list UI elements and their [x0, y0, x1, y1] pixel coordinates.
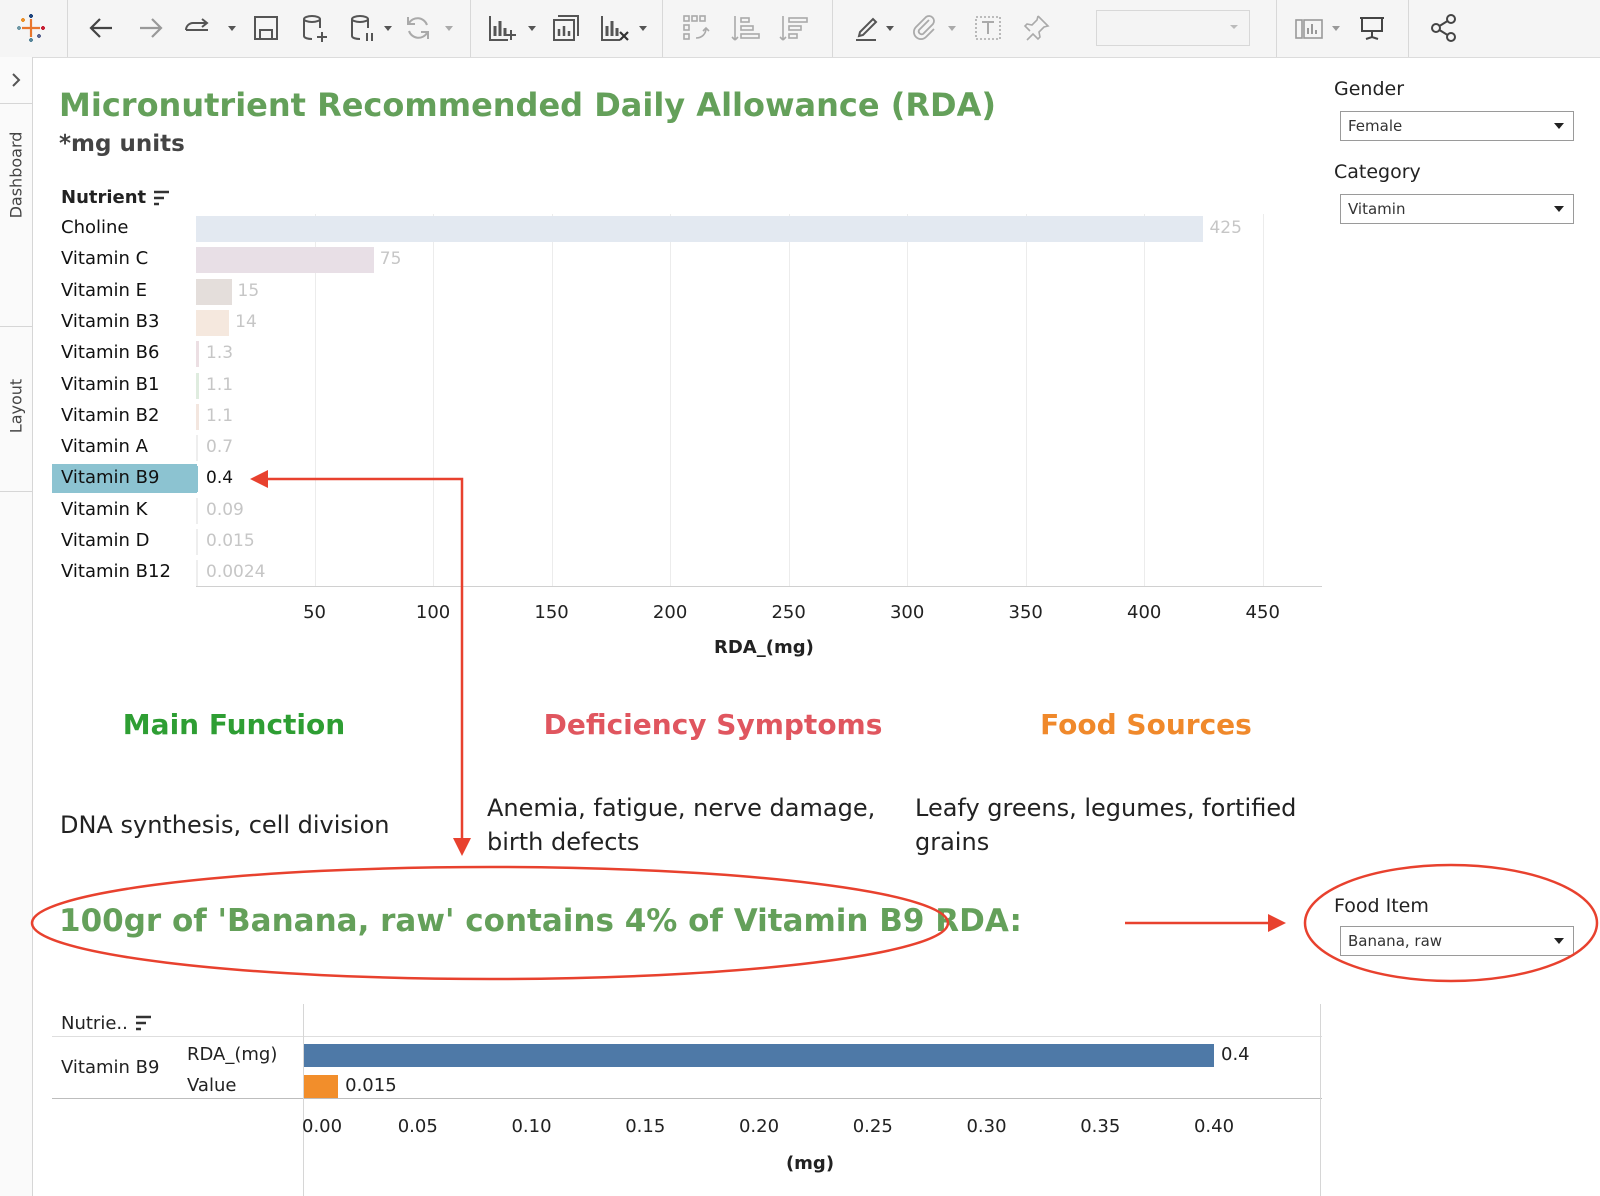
nutrient-column-header: Nutrient [61, 187, 147, 208]
comparison-value-label: 0.015 [345, 1075, 397, 1096]
comparison-bar[interactable] [304, 1044, 1214, 1067]
nutrient-short-header: Nutrie.. [61, 1013, 128, 1034]
rda-bar[interactable] [196, 466, 198, 493]
pane-divider [303, 1004, 304, 1196]
rda-bar[interactable] [196, 309, 230, 336]
measure-label: Value [187, 1075, 237, 1096]
rda-value-label: 425 [1209, 218, 1242, 238]
nutrient-row-label[interactable]: Vitamin D [61, 530, 150, 551]
nutrient-row-label[interactable]: Vitamin K [61, 499, 147, 520]
nutrient-row-label[interactable]: Choline [61, 217, 128, 238]
row-divider [52, 1098, 1322, 1099]
chevron-down-icon[interactable] [1545, 927, 1573, 955]
rda-bar[interactable] [196, 403, 199, 430]
x-tick-label: 200 [652, 602, 688, 623]
x-tick-label: 0.20 [738, 1116, 780, 1137]
x-axis-line [196, 586, 1322, 587]
nutrient-row-label[interactable]: Vitamin B2 [61, 405, 159, 426]
rda-value-label: 15 [237, 280, 260, 301]
food-item-filter-select[interactable]: Banana, raw [1340, 926, 1574, 956]
x-tick-label: 100 [415, 602, 451, 623]
food-sources-heading: Food Sources [1040, 708, 1252, 741]
x-tick-label: 250 [771, 602, 806, 623]
summary-text: 100gr of 'Banana, raw' contains 4% of Vi… [59, 903, 1022, 939]
gridline [433, 214, 435, 586]
rda-value-label: 14 [235, 311, 257, 332]
rda-value-label: 1.1 [206, 374, 234, 395]
comparison-value-label: 0.4 [1221, 1044, 1250, 1065]
x-tick-label: 0.10 [511, 1116, 552, 1137]
x-tick-label: 350 [1008, 602, 1043, 623]
gridline [670, 214, 672, 586]
x-tick-label: 300 [889, 602, 925, 623]
rda-bar[interactable] [196, 247, 374, 274]
x-tick-label: 0.15 [625, 1116, 666, 1137]
rda-bar[interactable] [196, 497, 198, 524]
gridline [1262, 214, 1264, 586]
rda-value-label: 1.1 [206, 405, 234, 426]
rda-bar[interactable] [196, 278, 232, 305]
gridline [1025, 214, 1027, 586]
x-tick-label: 0.05 [397, 1116, 438, 1137]
comparison-bar[interactable] [304, 1075, 339, 1098]
x-tick-label: 150 [534, 602, 569, 623]
pane-divider [1320, 1004, 1321, 1196]
nutrient-row-label[interactable]: Vitamin B6 [61, 342, 159, 363]
rda-value-label: 0.015 [206, 531, 255, 551]
x-tick-label: 0.35 [1080, 1116, 1121, 1137]
rda-bar[interactable] [196, 216, 1204, 242]
rda-value-label: 0.09 [206, 499, 244, 520]
x-tick-label: 0.40 [1193, 1116, 1235, 1137]
nutrient-row-label[interactable]: Vitamin B9 [61, 467, 159, 488]
gridline [907, 214, 909, 586]
nutrient-row-label[interactable]: Vitamin E [61, 280, 147, 301]
rda-bar[interactable] [196, 372, 199, 399]
rda-value-label: 0.0024 [206, 562, 266, 583]
x-tick-label: 0.25 [852, 1116, 893, 1137]
x-tick-label: 400 [1127, 602, 1162, 623]
nutrient-row-label[interactable]: Vitamin B3 [61, 311, 159, 332]
sort-icon[interactable] [134, 1014, 154, 1032]
x-axis-title: (mg) [785, 1153, 835, 1174]
x-tick-label: 0.00 [302, 1116, 343, 1137]
rda-value-label: 0.7 [206, 437, 234, 458]
x-tick-label: 0.30 [966, 1116, 1007, 1137]
main-function-text: DNA synthesis, cell division [60, 811, 390, 839]
deficiency-symptoms-heading: Deficiency Symptoms [543, 708, 883, 741]
rda-bar[interactable] [196, 529, 198, 555]
rda-value-label: 0.4 [206, 468, 234, 489]
deficiency-symptoms-text: Anemia, fatigue, nerve damage, birth def… [487, 794, 876, 856]
rda-bar[interactable] [196, 435, 198, 462]
row-divider [52, 1036, 1322, 1037]
rda-value-label: 1.3 [206, 343, 234, 364]
food-item-highlight-ellipse [1303, 863, 1599, 983]
gridline [788, 214, 790, 586]
rda-bar[interactable] [196, 560, 198, 587]
x-axis-title: RDA_(mg) [714, 637, 814, 658]
rda-bar[interactable] [196, 341, 200, 368]
nutrient-row-label[interactable]: Vitamin C [61, 248, 148, 269]
nutrient-row-label[interactable]: Vitamin B12 [61, 561, 171, 582]
nutrient-row-label[interactable]: Vitamin A [61, 436, 148, 457]
gridline [551, 214, 553, 586]
x-tick-label: 50 [303, 602, 326, 623]
x-tick-label: 450 [1245, 602, 1280, 623]
main-function-heading: Main Function [122, 708, 346, 741]
gridline [1144, 214, 1146, 586]
sort-icon[interactable] [152, 189, 172, 207]
food-sources-text: Leafy greens, legumes, fortified grains [915, 794, 1297, 856]
food-item-filter-value: Banana, raw [1348, 932, 1443, 950]
measure-label: RDA_(mg) [187, 1044, 278, 1065]
food-item-filter-label: Food Item [1334, 895, 1429, 917]
rda-value-label: 75 [379, 249, 402, 270]
nutrient-row-label[interactable]: Vitamin B1 [61, 374, 159, 395]
rda-bar-chart: Nutrient RDA_(mg) 50 100 150 200 250 300 350 40… [0, 0, 1600, 680]
group-label: Vitamin B9 [61, 1057, 160, 1078]
